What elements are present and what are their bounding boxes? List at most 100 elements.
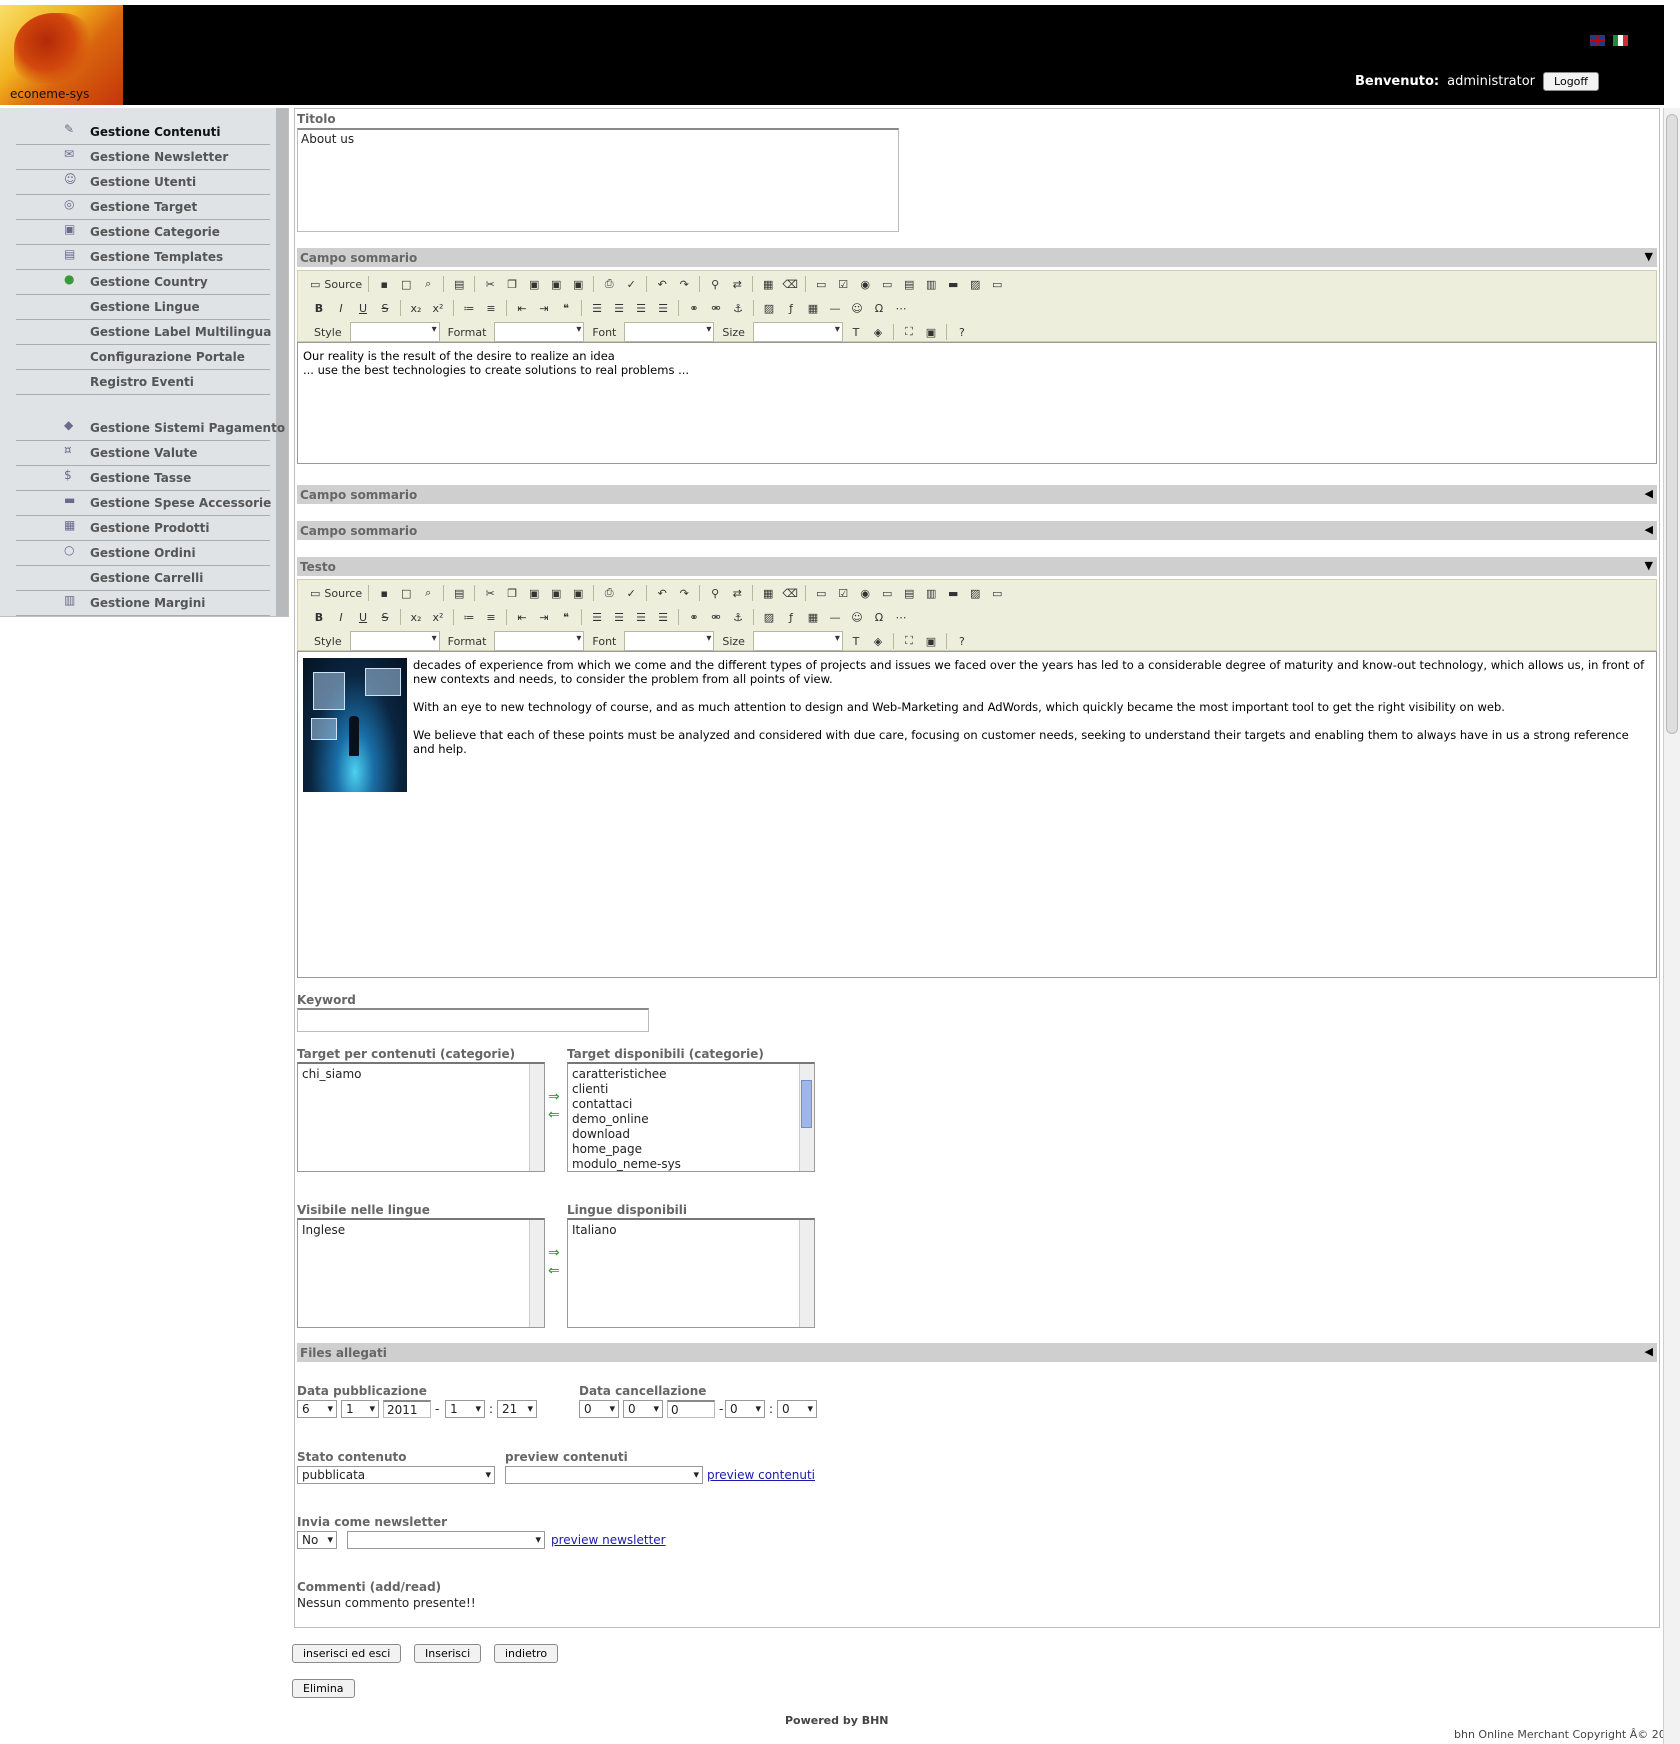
list-item[interactable]: caratteristichee [572, 1067, 810, 1082]
bulleted-list-icon[interactable]: ≡ [482, 608, 500, 626]
text-editor-content[interactable]: decades of experience from which we come… [297, 651, 1657, 978]
align-left-icon[interactable]: ☰ [588, 608, 606, 626]
preview-icon[interactable]: ⌕ [419, 275, 437, 293]
move-right-icon[interactable]: ⇒ [548, 1088, 560, 1106]
radio-icon[interactable]: ◉ [856, 275, 874, 293]
bold-icon[interactable]: B [310, 608, 328, 626]
blockquote-icon[interactable]: ❝ [557, 299, 575, 317]
align-center-icon[interactable]: ☰ [610, 608, 628, 626]
files-section-bar[interactable]: Files allegati ◀ [297, 1343, 1657, 1362]
image-button-icon[interactable]: ▨ [966, 275, 984, 293]
newsletter-template-select[interactable] [347, 1531, 545, 1549]
undo-icon[interactable]: ↶ [653, 275, 671, 293]
text-section-bar[interactable]: Testo ▼ [297, 557, 1657, 576]
preview-newsletter-link[interactable]: preview newsletter [551, 1533, 666, 1547]
new-page-icon[interactable]: □ [397, 275, 415, 293]
preview-icon[interactable]: ⌕ [419, 584, 437, 602]
textarea-icon[interactable]: ▤ [900, 275, 918, 293]
font-select[interactable] [624, 322, 715, 342]
button-icon[interactable]: ▬ [944, 584, 962, 602]
undo-icon[interactable]: ↶ [653, 584, 671, 602]
canc-minute-select[interactable]: 0 [777, 1400, 817, 1418]
sidebar-item[interactable]: Configurazione Portale [16, 345, 270, 370]
sidebar-item[interactable]: ▬ Gestione Spese Accessorie [16, 491, 271, 516]
back-button[interactable]: indietro [494, 1644, 559, 1663]
replace-icon[interactable]: ⇄ [728, 275, 746, 293]
justify-icon[interactable]: ☰ [654, 608, 672, 626]
paste-word-icon[interactable]: ▣ [569, 584, 587, 602]
table-icon[interactable]: ▦ [804, 299, 822, 317]
show-blocks-icon[interactable]: ▣ [922, 323, 940, 341]
image-button-icon[interactable]: ▨ [966, 584, 984, 602]
select-all-icon[interactable]: ▦ [759, 584, 777, 602]
canc-hour-select[interactable]: 0 [725, 1400, 765, 1418]
list-item[interactable]: modulo_neme-sys [572, 1157, 810, 1172]
sidebar-item[interactable]: ¤ Gestione Valute [16, 441, 270, 466]
outdent-icon[interactable]: ⇤ [513, 299, 531, 317]
delete-button[interactable]: Elimina [292, 1679, 355, 1698]
page-break-icon[interactable]: ⋯ [892, 608, 910, 626]
strike-icon[interactable]: S [376, 608, 394, 626]
lingue-selected-list[interactable]: Inglese [297, 1218, 545, 1328]
save-icon[interactable]: ▪ [375, 584, 393, 602]
button-icon[interactable]: ▬ [944, 275, 962, 293]
list-item[interactable]: clienti [572, 1082, 810, 1097]
hr-icon[interactable]: — [826, 608, 844, 626]
preview-contenuti-link[interactable]: preview contenuti [707, 1468, 815, 1482]
page-scrollbar-thumb[interactable] [1666, 114, 1678, 734]
canc-year-field[interactable]: 0 [667, 1400, 715, 1418]
summary-section-bar-2[interactable]: Campo sommario ◀ [297, 485, 1657, 504]
hidden-field-icon[interactable]: ▭ [988, 584, 1006, 602]
paste-word-icon[interactable]: ▣ [569, 275, 587, 293]
logoff-button[interactable]: Logoff [1543, 72, 1599, 91]
template-icon[interactable]: ▤ [450, 275, 468, 293]
find-icon[interactable]: ⚲ [706, 584, 724, 602]
sidebar-item[interactable]: ✎ Gestione Contenuti [16, 120, 270, 145]
size-select[interactable] [752, 322, 843, 342]
font-select[interactable] [624, 631, 715, 651]
text-color-icon[interactable]: T [847, 323, 865, 341]
smiley-icon[interactable]: ☺ [848, 608, 866, 626]
anchor-icon[interactable]: ⚓ [729, 608, 747, 626]
italic-icon[interactable]: I [332, 299, 350, 317]
select-icon[interactable]: ▥ [922, 584, 940, 602]
sidebar-item[interactable]: ▤ Gestione Templates [16, 245, 270, 270]
subscript-icon[interactable]: x₂ [407, 299, 425, 317]
flash-icon[interactable]: ƒ [782, 299, 800, 317]
canc-day-select[interactable]: 0 [579, 1400, 619, 1418]
sidebar-item[interactable]: ▣ Gestione Categorie [16, 220, 270, 245]
list-item[interactable]: contattaci [572, 1097, 810, 1112]
canc-month-select[interactable]: 0 [623, 1400, 663, 1418]
scrollbar[interactable] [529, 1220, 544, 1327]
scrollbar[interactable] [529, 1064, 544, 1171]
textfield-icon[interactable]: ▭ [878, 584, 896, 602]
lingue-available-list[interactable]: Italiano [567, 1218, 815, 1328]
align-right-icon[interactable]: ☰ [632, 299, 650, 317]
spellcheck-icon[interactable]: ✓ [622, 275, 640, 293]
show-blocks-icon[interactable]: ▣ [922, 632, 940, 650]
format-select[interactable] [494, 322, 585, 342]
replace-icon[interactable]: ⇄ [728, 584, 746, 602]
sidebar-item[interactable]: ◆ Gestione Sistemi Pagamento [16, 416, 285, 441]
page-break-icon[interactable]: ⋯ [892, 299, 910, 317]
pub-month-select[interactable]: 1 [341, 1400, 379, 1418]
paste-text-icon[interactable]: ▣ [547, 584, 565, 602]
redo-icon[interactable]: ↷ [675, 584, 693, 602]
flag-en-icon[interactable] [1590, 35, 1605, 46]
sidebar-item[interactable]: ☺ Gestione Utenti [16, 170, 270, 195]
bulleted-list-icon[interactable]: ≡ [482, 299, 500, 317]
find-icon[interactable]: ⚲ [706, 275, 724, 293]
hidden-field-icon[interactable]: ▭ [988, 275, 1006, 293]
bg-color-icon[interactable]: ◈ [869, 632, 887, 650]
paste-icon[interactable]: ▣ [525, 275, 543, 293]
sidebar-item[interactable]: ▥ Gestione Margini [16, 591, 270, 616]
maximize-icon[interactable]: ⛶ [900, 632, 918, 650]
checkbox-icon[interactable]: ☑ [834, 584, 852, 602]
hr-icon[interactable]: — [826, 299, 844, 317]
target-selected-list[interactable]: chi_siamo [297, 1062, 545, 1172]
collapse-icon[interactable]: ▼ [1645, 250, 1653, 263]
sidebar-item[interactable]: Gestione Label Multilingua [16, 320, 271, 345]
summary-section-bar[interactable]: Campo sommario ▼ [297, 248, 1657, 267]
smiley-icon[interactable]: ☺ [848, 299, 866, 317]
align-left-icon[interactable]: ☰ [588, 299, 606, 317]
